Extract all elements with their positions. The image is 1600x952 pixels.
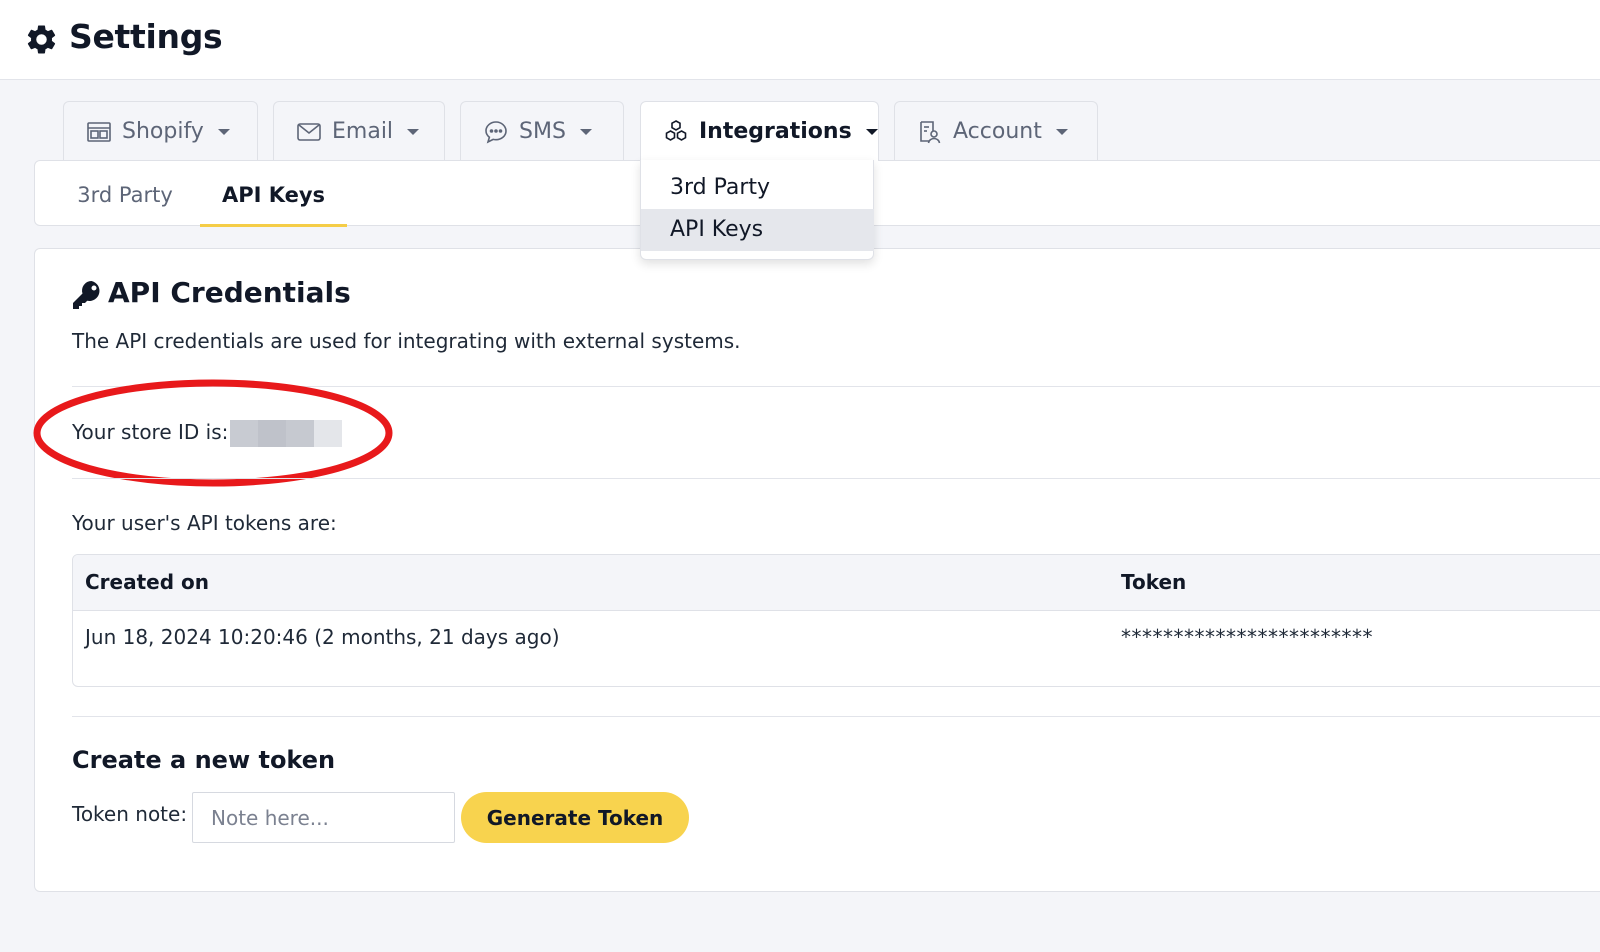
store-icon [87, 121, 111, 142]
chevron-down-icon [407, 128, 420, 135]
divider [72, 478, 1600, 479]
card-description: The API credentials are used for integra… [72, 329, 741, 353]
tab-sms[interactable]: SMS [460, 101, 624, 161]
tokens-table: Created on Token Jun 18, 2024 10:20:46 (… [72, 554, 1600, 687]
cell-token: ************************ [1121, 625, 1373, 649]
menu-item-3rd-party[interactable]: 3rd Party [641, 167, 874, 209]
tab-label: Account [953, 119, 1042, 144]
tab-label: SMS [519, 119, 566, 144]
user-badge-icon [920, 120, 941, 143]
table-header: Created on Token [73, 555, 1600, 611]
envelope-icon [297, 122, 321, 141]
chevron-down-icon [217, 128, 230, 135]
subtab-label: API Keys [221, 183, 326, 207]
cubes-icon [665, 119, 687, 141]
tab-email[interactable]: Email [273, 101, 445, 161]
divider [72, 716, 1600, 717]
generate-token-button[interactable]: Generate Token [461, 792, 689, 843]
key-icon [73, 281, 100, 309]
tab-label: Email [332, 119, 394, 144]
subtab-api-keys[interactable]: API Keys [200, 161, 347, 227]
tab-account[interactable]: Account [894, 101, 1098, 161]
gear-icon [27, 25, 56, 54]
tab-label: Shopify [122, 119, 204, 144]
page-header: Settings [0, 0, 1600, 80]
chevron-down-icon [865, 128, 878, 135]
active-tab-indicator [200, 224, 347, 227]
tab-integrations[interactable]: Integrations [640, 101, 879, 161]
chevron-down-icon [1055, 128, 1068, 135]
card-title: API Credentials [108, 276, 351, 309]
page-title: Settings [69, 17, 223, 56]
cell-created-on: Jun 18, 2024 10:20:46 (2 months, 21 days… [85, 625, 560, 649]
tab-shopify[interactable]: Shopify [63, 101, 258, 161]
chat-bubble-icon [485, 120, 507, 144]
tokens-label: Your user's API tokens are: [72, 511, 337, 535]
chevron-down-icon [579, 128, 592, 135]
token-note-label: Token note: [72, 802, 188, 826]
subtab-label: 3rd Party [77, 183, 173, 207]
create-token-title: Create a new token [72, 746, 336, 774]
column-header-created-on: Created on [85, 570, 209, 594]
token-note-input[interactable] [192, 792, 455, 843]
integrations-dropdown-menu: 3rd Party API Keys [640, 160, 874, 260]
column-header-token: Token [1121, 570, 1187, 594]
subtab-3rd-party[interactable]: 3rd Party [69, 161, 181, 227]
menu-item-api-keys[interactable]: API Keys [641, 209, 874, 251]
red-circle-annotation [33, 379, 393, 487]
api-credentials-card: API Credentials The API credentials are … [33, 248, 1600, 892]
tab-label: Integrations [699, 119, 852, 144]
